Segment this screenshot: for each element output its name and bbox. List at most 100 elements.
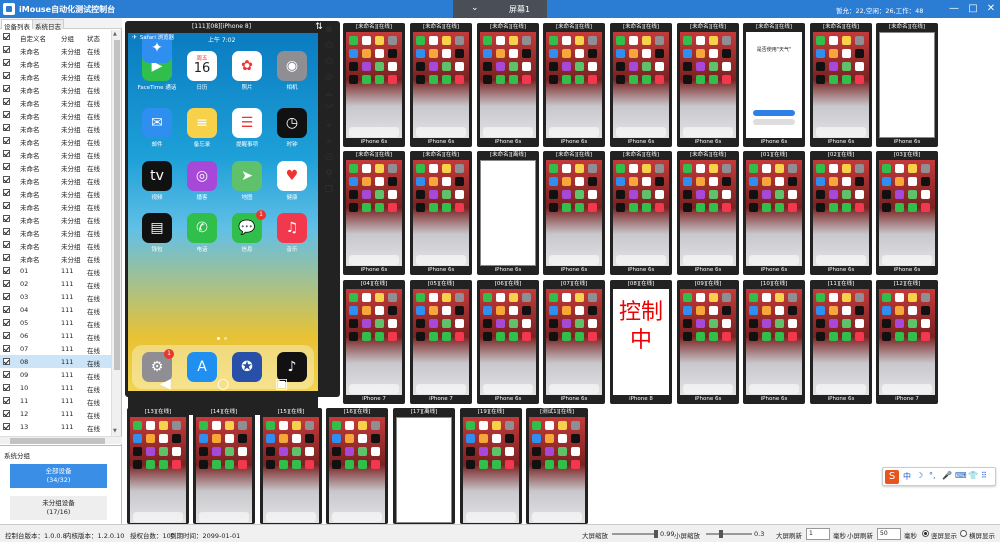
group-all-button[interactable]: 全部设备 (34/32) <box>10 464 107 488</box>
table-row[interactable]: 未命名 未分组 在线 <box>0 134 111 147</box>
table-row[interactable]: 未命名 未分组 在线 <box>0 69 111 82</box>
device-screen[interactable] <box>813 160 869 266</box>
device-screen[interactable] <box>413 160 469 266</box>
wallet-icon[interactable]: ▤ <box>142 213 172 243</box>
device-tile[interactable]: [未命名][在线] iPhone 6s <box>677 23 739 147</box>
col-status-header[interactable]: 状态 <box>87 33 100 43</box>
device-tile[interactable]: [未命名][在线] iPhone 6s <box>810 23 872 147</box>
device-tile[interactable]: [13][在线] <box>127 408 189 524</box>
close-window-button[interactable]: ✕ <box>984 2 998 16</box>
row-checkbox[interactable] <box>3 85 10 92</box>
row-checkbox[interactable] <box>3 345 10 352</box>
device-tile[interactable]: [15][在线] <box>260 408 322 524</box>
row-checkbox[interactable] <box>3 98 10 105</box>
custom-app-icon[interactable]: ✪ <box>232 352 262 382</box>
row-checkbox[interactable] <box>3 228 10 235</box>
device-tile[interactable]: [05][在线] iPhone 7 <box>410 280 472 404</box>
device-screen[interactable] <box>346 160 402 266</box>
table-row[interactable]: 未命名 未分组 在线 <box>0 225 111 238</box>
device-screen[interactable] <box>680 289 736 395</box>
table-row[interactable]: 08 111 在线 <box>0 355 111 368</box>
table-row[interactable]: 未命名 未分组 在线 <box>0 160 111 173</box>
device-screen[interactable] <box>480 32 536 138</box>
device-tile[interactable]: [16][在线] <box>326 408 388 524</box>
device-screen[interactable] <box>813 32 869 138</box>
usb-icon[interactable]: ⚲ <box>322 167 336 181</box>
power-alt-icon[interactable]: ⏻ <box>322 55 336 69</box>
device-screen[interactable] <box>680 160 736 266</box>
device-tile[interactable]: [12][在线] iPhone 7 <box>876 280 938 404</box>
device-screen[interactable] <box>346 289 402 395</box>
device-tile[interactable]: [未命名][在线] iPhone 6s <box>677 151 739 275</box>
podcasts-icon[interactable]: ◎ <box>187 161 217 191</box>
row-checkbox[interactable] <box>3 332 10 339</box>
table-row[interactable]: 11 111 在线 <box>0 394 111 407</box>
row-checkbox[interactable] <box>3 137 10 144</box>
power-icon[interactable]: ⏻ <box>322 39 336 53</box>
device-screen[interactable] <box>529 417 585 523</box>
table-row[interactable]: 12 111 在线 <box>0 407 111 420</box>
device-screen[interactable] <box>613 160 669 266</box>
hscrollbar-thumb[interactable] <box>10 438 105 444</box>
row-checkbox[interactable] <box>3 410 10 417</box>
tab-device-list[interactable]: 设备列表 <box>1 19 33 31</box>
dialog-option[interactable] <box>753 119 795 125</box>
device-screen-blank[interactable] <box>396 417 452 523</box>
home-nav-icon[interactable]: ○ <box>217 376 229 392</box>
table-row[interactable]: 未命名 未分组 在线 <box>0 186 111 199</box>
ime-skin-icon[interactable]: 👕 <box>968 471 978 480</box>
table-row[interactable]: 10 111 在线 <box>0 381 111 394</box>
row-checkbox[interactable] <box>3 176 10 183</box>
device-tile[interactable]: [未命名][在线] iPhone 6s <box>410 23 472 147</box>
row-checkbox[interactable] <box>3 72 10 79</box>
table-row[interactable]: 05 111 在线 <box>0 316 111 329</box>
ime-mic-icon[interactable]: 🎤 <box>942 471 952 480</box>
mail-icon[interactable]: ✉ <box>142 108 172 138</box>
tab-system-log[interactable]: 系统日志 <box>32 19 64 31</box>
restore-button[interactable]: □ <box>966 2 980 16</box>
row-checkbox[interactable] <box>3 150 10 157</box>
device-screen[interactable] <box>196 417 252 523</box>
table-row[interactable]: 13 111 在线 <box>0 420 111 433</box>
device-tile[interactable]: [未命名][在线] iPhone 6s <box>610 151 672 275</box>
device-tile[interactable]: [03][在线] iPhone 6s <box>876 151 938 275</box>
row-checkbox[interactable] <box>3 202 10 209</box>
col-name-header[interactable]: 自定义名 <box>20 33 46 43</box>
device-tile[interactable]: [未命名][在线] iPhone 6s <box>343 23 405 147</box>
device-tile[interactable]: [10][在线] iPhone 6s <box>743 280 805 404</box>
device-screen-blank[interactable] <box>480 160 536 266</box>
device-tile[interactable]: [未命名][在线] 是否使用"天气" iPhone 6s <box>743 23 805 147</box>
device-screen[interactable] <box>263 417 319 523</box>
row-checkbox[interactable] <box>3 293 10 300</box>
ime-keyboard-icon[interactable]: ⌨ <box>955 471 967 480</box>
row-checkbox[interactable] <box>3 397 10 404</box>
device-screen[interactable] <box>346 32 402 138</box>
health-icon[interactable]: ♥ <box>277 161 307 191</box>
device-screen[interactable] <box>613 32 669 138</box>
scroll-right-icon[interactable]: » <box>322 135 336 149</box>
slider-knob[interactable] <box>653 530 658 538</box>
table-row[interactable]: 未命名 未分组 在线 <box>0 251 111 264</box>
table-row[interactable]: 未命名 未分组 在线 <box>0 108 111 121</box>
table-row[interactable]: 09 111 在线 <box>0 368 111 381</box>
table-row[interactable]: 未命名 未分组 在线 <box>0 121 111 134</box>
table-row[interactable]: 未命名 未分组 在线 <box>0 95 111 108</box>
device-tile[interactable]: [11][在线] iPhone 6s <box>810 280 872 404</box>
device-screen[interactable]: 是否使用"天气" <box>746 32 802 138</box>
row-checkbox[interactable] <box>3 306 10 313</box>
ime-chinese-icon[interactable]: 中 <box>903 471 911 482</box>
app-store-icon[interactable]: A <box>187 352 217 382</box>
row-checkbox[interactable] <box>3 254 10 261</box>
device-table-hscrollbar[interactable] <box>0 436 122 444</box>
row-checkbox[interactable] <box>3 46 10 53</box>
device-tile[interactable]: [06][在线] iPhone 6s <box>477 280 539 404</box>
device-tile[interactable]: [09][在线] iPhone 6s <box>677 280 739 404</box>
device-tile[interactable]: [04][在线] iPhone 7 <box>343 280 405 404</box>
table-row[interactable]: 02 111 在线 <box>0 277 111 290</box>
table-row[interactable]: 未命名 未分组 在线 <box>0 43 111 56</box>
scroll-up-arrow-icon[interactable]: ▲ <box>113 31 117 37</box>
device-tile[interactable]: [未命名][在线] iPhone 6s <box>876 23 938 147</box>
device-screen[interactable] <box>546 289 602 395</box>
horizontal-radio[interactable] <box>960 530 967 537</box>
device-tile[interactable]: [17][离线] <box>393 408 455 524</box>
